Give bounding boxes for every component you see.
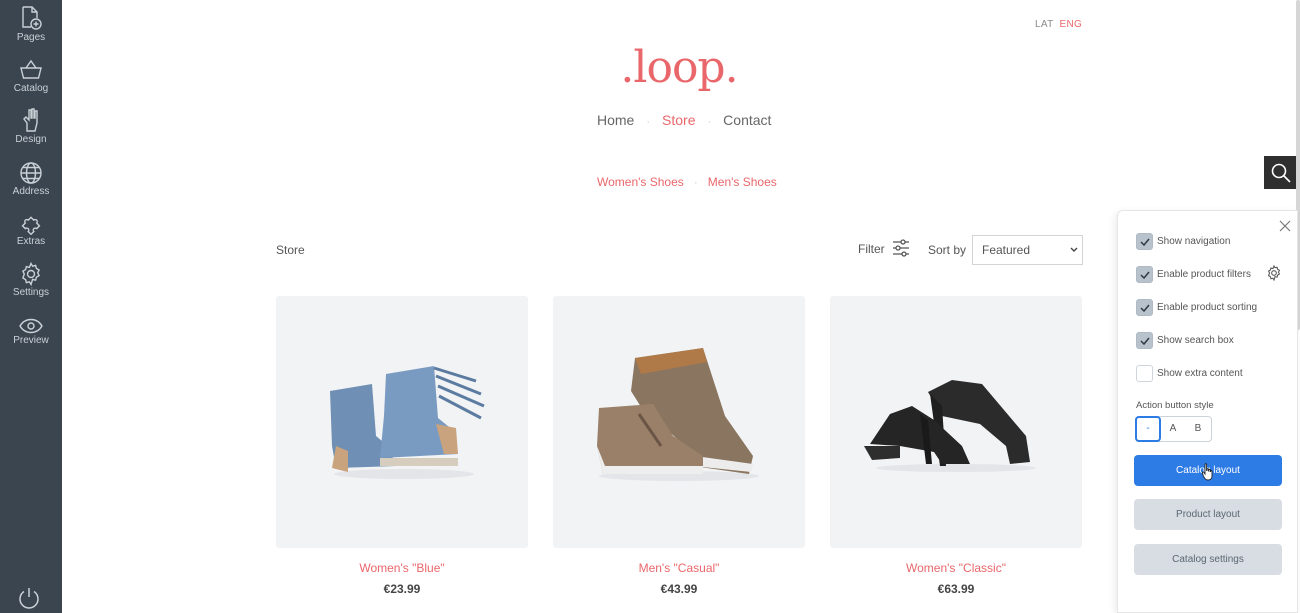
sidebar-item-label: Address [12,186,50,197]
option-label: Show extra content [1157,368,1243,379]
style-option-b[interactable]: B [1186,417,1210,441]
category-mens-shoes[interactable]: Men's Shoes [708,175,777,189]
blue-boots-image [330,366,485,479]
nav-store[interactable]: Store [662,112,695,128]
action-button-style-selector: - A B [1135,416,1212,442]
product-price: €23.99 [383,582,421,596]
sidebar-item-label: Preview [13,335,49,346]
sort-select[interactable]: Featured [972,235,1083,265]
product-layout-button[interactable]: Product layout [1134,499,1282,530]
power-icon[interactable] [17,586,41,610]
filter-button[interactable]: Filter [858,239,909,257]
language-switcher: LAT ENG [1035,19,1088,30]
sidebar-item-label: Design [15,134,47,145]
hand-brush-icon [23,108,38,132]
puzzle-icon [21,216,41,235]
main-nav: Home · Store · Contact [597,112,771,128]
catalog-settings-panel: Show navigation Enable product filters E… [1117,210,1298,613]
check-icon [1140,271,1150,280]
product-image[interactable] [276,296,528,548]
option-label: Show navigation [1157,236,1231,247]
sidebar-item-label: Settings [12,287,50,298]
sidebar-item-address[interactable]: Address [0,161,62,197]
brown-sneakers-image [597,348,759,481]
option-label: Enable product filters [1157,269,1251,280]
product-price: €63.99 [937,582,975,596]
page-add-icon [22,6,42,30]
sort-select-value: Featured [982,243,1031,257]
style-option-a[interactable]: A [1161,417,1185,441]
search-button[interactable] [1264,156,1298,189]
check-icon [1140,304,1150,313]
hand-cursor-icon [1202,463,1213,481]
checkbox[interactable] [1136,365,1153,382]
eye-icon [19,318,43,334]
checkbox[interactable] [1136,266,1153,283]
nav-home[interactable]: Home [597,112,634,128]
product-image[interactable] [830,296,1082,548]
gear-icon [21,262,41,286]
check-icon [1140,238,1150,247]
nav-contact[interactable]: Contact [723,112,771,128]
lang-lat[interactable]: LAT [1035,19,1054,30]
black-heels-image [864,380,1036,472]
catalog-settings-button[interactable]: Catalog settings [1134,544,1282,575]
lang-eng[interactable]: ENG [1060,19,1083,30]
product-price: €43.99 [660,582,698,596]
chevron-down-icon [1070,247,1078,252]
filter-settings-gear-icon[interactable] [1266,265,1282,281]
globe-icon [20,162,42,184]
nav-separator: · [707,116,712,128]
site-logo[interactable]: .loop. [0,42,1300,93]
close-icon[interactable] [1278,219,1292,233]
option-label: Enable product sorting [1157,302,1258,313]
sidebar-item-pages[interactable]: Pages [0,5,62,43]
sidebar-item-extras[interactable]: Extras [0,211,62,247]
option-label: Show search box [1157,335,1234,346]
checkbox[interactable] [1136,233,1153,250]
filter-label: Filter [858,242,885,256]
product-card[interactable]: Men's "Casual" €43.99 [553,296,805,596]
product-card[interactable]: Women's "Classic" €63.99 [830,296,1082,596]
sidebar-item-label: Extras [16,236,46,247]
product-name[interactable]: Women's "Blue" [276,561,528,575]
sidebar-item-preview[interactable]: Preview [0,318,62,346]
action-button-style-label: Action button style [1136,400,1214,411]
category-womens-shoes[interactable]: Women's Shoes [597,175,684,189]
nav-separator: · [646,116,651,128]
product-image[interactable] [553,296,805,548]
sidebar-item-settings[interactable]: Settings [0,262,62,298]
sort-label: Sort by [928,243,967,257]
sidebar-item-design[interactable]: Design [0,107,62,145]
breadcrumb[interactable]: Store [276,243,305,257]
search-icon [1271,163,1291,183]
style-option-none[interactable]: - [1135,416,1161,442]
product-name[interactable]: Women's "Classic" [830,561,1082,575]
checkbox[interactable] [1136,332,1153,349]
sliders-icon [893,239,909,257]
checkbox[interactable] [1136,299,1153,316]
category-nav: Women's Shoes · Men's Shoes [597,175,777,189]
nav-separator: · [693,175,698,189]
check-icon [1140,337,1150,346]
product-card[interactable]: Women's "Blue" €23.99 [276,296,528,596]
product-name[interactable]: Men's "Casual" [553,561,805,575]
